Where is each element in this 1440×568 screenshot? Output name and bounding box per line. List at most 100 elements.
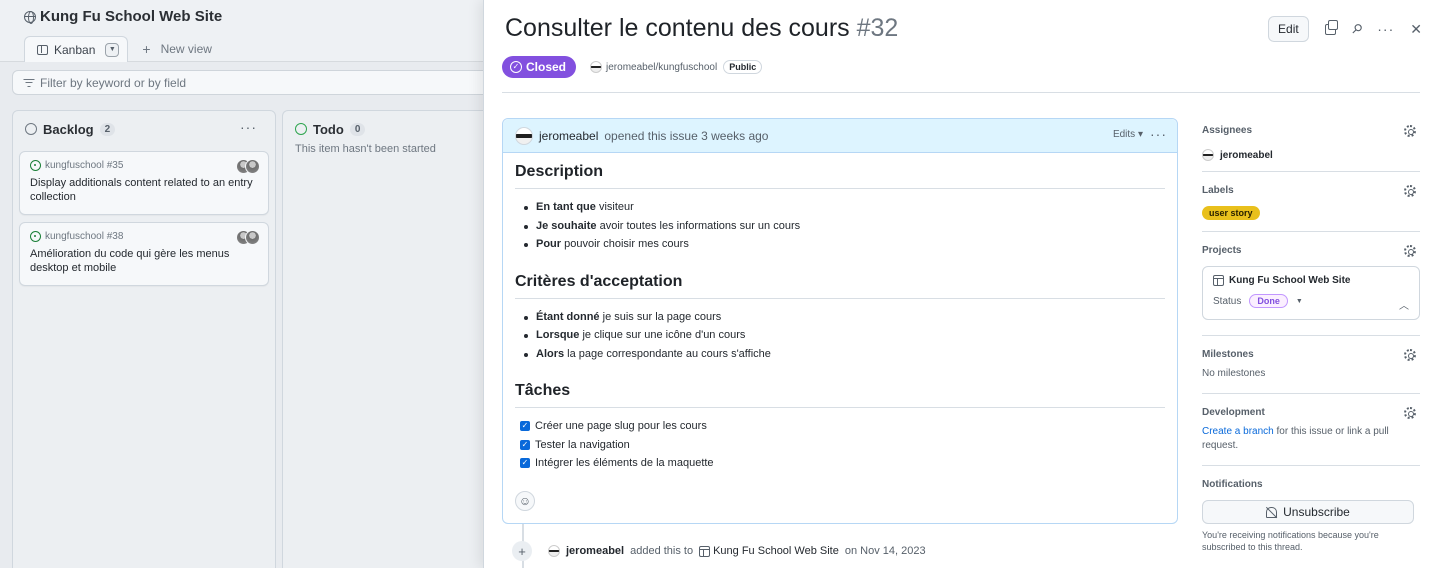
copy-icon[interactable] [1324, 19, 1338, 35]
card-ref-text: kungfuschool #35 [45, 160, 124, 171]
column-header: Todo 0 [283, 111, 492, 147]
board-card[interactable]: kungfuschool #35 Display additionals con… [19, 151, 269, 215]
create-branch-link[interactable]: Create a branch [1202, 426, 1274, 437]
sidebar-notifications: Notifications Unsubscribe You're receivi… [1202, 466, 1420, 553]
board-header: Kung Fu School Web Site Kanban ▼ + New v… [0, 0, 490, 62]
list-item: Pour pouvoir choisir mes cours [515, 238, 1165, 257]
table-icon [699, 545, 711, 557]
gear-icon[interactable] [1404, 245, 1416, 257]
column-count: 0 [349, 122, 366, 136]
edit-button[interactable]: Edit [1268, 16, 1309, 42]
task-item: ✓ Intégrer les éléments de la maquette [520, 457, 714, 469]
issue-number: #32 [856, 14, 899, 42]
column-menu-kebab-icon[interactable]: ··· [240, 119, 257, 135]
column-count: 2 [99, 122, 116, 136]
plus-icon: + [142, 41, 151, 57]
column-backlog: Backlog 2 ··· kungfuschool #35 Display a… [12, 110, 276, 568]
repo-link[interactable]: jeromeabel/kungfuschool Public [590, 60, 763, 74]
edits-label: Edits [1112, 129, 1136, 140]
unsubscribe-button[interactable]: Unsubscribe [1202, 500, 1414, 524]
gear-icon[interactable] [1404, 185, 1416, 197]
timeline-project-link[interactable]: Kung Fu School Web Site [699, 545, 839, 557]
more-kebab-icon[interactable]: ··· [1377, 21, 1394, 37]
list-item: Alors la page correspondante au cours s'… [515, 348, 1165, 367]
gear-icon[interactable] [1404, 125, 1416, 137]
panel-actions: Edit ⚲ ··· ✕ [1268, 16, 1422, 42]
card-avatars [236, 230, 260, 245]
card-avatars [236, 159, 260, 174]
timeline-event: + jeromeabel added this to Kung Fu Schoo… [512, 541, 926, 561]
card-title[interactable]: Amélioration du code qui gère les menus … [30, 247, 258, 275]
edits-dropdown[interactable]: Edits ▾ [1113, 129, 1143, 140]
tab-kanban-label: Kanban [54, 42, 96, 57]
card-title[interactable]: Display additionals content related to a… [30, 176, 258, 204]
sidebar-title: Notifications [1202, 479, 1263, 490]
status-badge: ✓ Closed [502, 56, 577, 78]
gear-icon[interactable] [1404, 407, 1416, 419]
board-icon [37, 44, 48, 55]
sidebar-development: Development Create a branch for this iss… [1202, 394, 1420, 466]
sidebar-milestones: Milestones No milestones [1202, 336, 1420, 394]
column-name: Backlog [43, 121, 94, 137]
sidebar-title: Development [1202, 407, 1265, 418]
column-name: Todo [313, 121, 344, 137]
assignee[interactable]: jeromeabel [1202, 149, 1420, 161]
add-reaction-smiley-icon[interactable]: ☺ [515, 491, 535, 511]
issue-panel: Consulter le contenu des cours #32 Edit … [483, 0, 1440, 568]
timeline-author[interactable]: jeromeabel [566, 545, 624, 557]
column-header: Backlog 2 [13, 111, 275, 147]
sidebar-assignees: Assignees jeromeabel [1202, 118, 1420, 172]
project-card: Kung Fu School Web Site Status Done ▼ ︿ [1202, 266, 1420, 320]
list-item: Je souhaite avoir toutes les information… [515, 220, 1165, 239]
comment-body: Description En tant que visiteur Je souh… [503, 153, 1177, 476]
status-badge-label: Closed [526, 60, 567, 74]
bullet-list: Étant donné je suis sur la page cours Lo… [515, 311, 1165, 367]
comment-author[interactable]: jeromeabel [539, 129, 598, 143]
section-heading: Description [515, 163, 1165, 189]
task-checkbox[interactable]: ✓ [520, 421, 530, 431]
issue-open-icon [30, 160, 41, 171]
project-title-text: Kung Fu School Web Site [40, 8, 223, 25]
list-item: Étant donné je suis sur la page cours [515, 311, 1165, 330]
bell-slash-icon [1266, 506, 1278, 518]
tab-new-view[interactable]: + New view [128, 36, 220, 62]
table-icon [1213, 275, 1224, 286]
tab-kanban[interactable]: Kanban ▼ [24, 36, 129, 62]
sidebar-title: Projects [1202, 245, 1242, 256]
status-circle-icon [295, 123, 307, 135]
filter-input[interactable]: Filter by keyword or by field [12, 70, 490, 95]
list-item: En tant que visiteur [515, 201, 1165, 220]
status-circle-icon [25, 123, 37, 135]
card-ref-text: kungfuschool #38 [45, 231, 124, 242]
task-checkbox[interactable]: ✓ [520, 458, 530, 468]
close-icon[interactable]: ✕ [1410, 21, 1422, 38]
avatar [1202, 149, 1214, 161]
tab-new-view-label: New view [160, 42, 212, 56]
comment-header: jeromeabel opened this issue 3 weeks ago… [503, 119, 1177, 153]
issue-title-text: Consulter le contenu des cours [505, 14, 850, 42]
section-heading: Tâches [515, 382, 1165, 408]
issue-sidebar: Assignees jeromeabel Labels user story P… [1202, 118, 1420, 553]
caret-down-icon[interactable]: ▼ [1296, 298, 1303, 305]
status-label: Status [1213, 295, 1242, 307]
status-select[interactable]: Done [1249, 294, 1288, 308]
board-card[interactable]: kungfuschool #38 Amélioration du code qu… [19, 222, 269, 286]
project-status: Status Done ▼ [1213, 294, 1409, 308]
issue-title: Consulter le contenu des cours #32 [505, 14, 898, 43]
sidebar-projects: Projects Kung Fu School Web Site Status … [1202, 232, 1420, 336]
label-badge[interactable]: user story [1202, 206, 1260, 220]
project-name[interactable]: Kung Fu School Web Site [1213, 275, 1409, 286]
notifications-text: You're receiving notifications because y… [1202, 530, 1379, 552]
avatar[interactable] [515, 126, 533, 145]
repo-name: jeromeabel/kungfuschool [606, 61, 718, 73]
task-item: ✓ Créer une page slug pour les cours [520, 420, 707, 432]
development-text: Create a branch for this issue or link a… [1202, 426, 1389, 451]
gear-icon[interactable] [1404, 349, 1416, 361]
task-checkbox[interactable]: ✓ [520, 439, 530, 450]
view-options-caret-icon[interactable]: ▼ [105, 42, 120, 57]
avatar [245, 230, 260, 245]
comment-kebab-icon[interactable]: ··· [1150, 126, 1167, 142]
chevron-up-icon[interactable]: ︿ [1399, 297, 1409, 312]
pin-icon[interactable]: ⚲ [1347, 20, 1365, 38]
column-todo: Todo 0 This item hasn't been started [282, 110, 492, 568]
